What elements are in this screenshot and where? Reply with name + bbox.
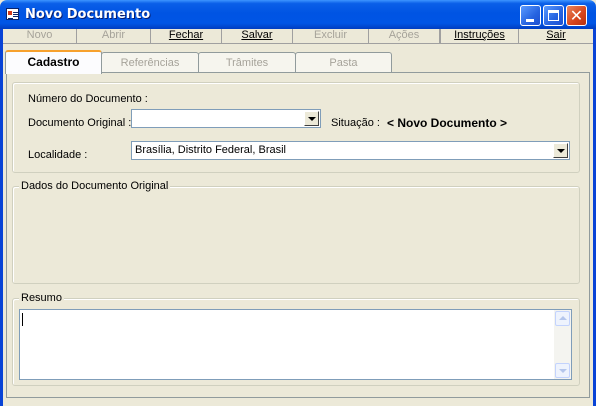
menu-fechar[interactable]: Fechar <box>151 29 222 43</box>
menu-salvar[interactable]: Salvar <box>222 29 293 43</box>
localidade-value: Brasília, Distrito Federal, Brasil <box>135 144 286 156</box>
situacao-label: Situação : <box>331 117 380 129</box>
dados-documento-original-group: Dados do Documento Original <box>12 180 580 284</box>
tab-pasta[interactable]: Pasta <box>295 52 392 73</box>
resumo-textarea[interactable] <box>19 309 572 380</box>
chevron-down-icon[interactable] <box>553 143 568 158</box>
situacao-value: < Novo Documento > <box>387 116 508 130</box>
scroll-down-icon[interactable] <box>555 363 570 378</box>
documento-original-label: Documento Original : <box>28 117 132 129</box>
menu-acoes[interactable]: Ações <box>369 29 440 43</box>
menu-sair[interactable]: Sair <box>519 29 593 43</box>
localidade-dropdown[interactable]: Brasília, Distrito Federal, Brasil <box>131 141 570 160</box>
menu-instrucoes-label: Instruções <box>454 29 505 41</box>
menu-abrir[interactable]: Abrir <box>77 29 151 43</box>
resumo-scrollbar[interactable] <box>554 310 571 379</box>
menu-abrir-label: Abrir <box>101 29 126 41</box>
menu-fechar-label: Fechar <box>168 29 204 41</box>
numero-documento-label: Número do Documento : <box>28 93 148 105</box>
documento-original-dropdown[interactable] <box>131 109 321 128</box>
tab-pasta-label: Pasta <box>329 57 358 69</box>
tab-cadastro-label: Cadastro <box>27 55 80 69</box>
window-title: Novo Documento <box>25 7 151 22</box>
tab-referencias-label: Referências <box>120 57 180 69</box>
tab-tramites[interactable]: Trâmites <box>198 52 296 73</box>
window-frame-left <box>0 29 3 406</box>
tab-cadastro[interactable]: Cadastro <box>5 50 102 74</box>
close-button[interactable]: ✕ <box>566 5 587 26</box>
minimize-button[interactable] <box>520 5 541 26</box>
dados-documento-original-label: Dados do Documento Original <box>19 180 171 192</box>
close-icon: ✕ <box>569 6 584 25</box>
menu-instrucoes[interactable]: Instruções <box>440 29 519 43</box>
tab-tramites-label: Trâmites <box>225 57 269 69</box>
menu-salvar-label: Salvar <box>241 29 273 41</box>
scroll-up-icon[interactable] <box>555 311 570 326</box>
menu-excluir[interactable]: Excluir <box>293 29 369 43</box>
app-icon[interactable] <box>6 8 19 20</box>
minimize-icon <box>526 19 534 22</box>
menu-novo-label: Novo <box>26 29 53 41</box>
menu-acoes-label: Ações <box>388 29 420 41</box>
maximize-icon <box>548 10 559 21</box>
menu-excluir-label: Excluir <box>313 29 347 41</box>
chevron-down-icon[interactable] <box>304 111 319 126</box>
menu-bar-divider <box>3 43 593 44</box>
title-bar[interactable]: Novo Documento ✕ <box>0 0 596 29</box>
tab-referencias[interactable]: Referências <box>101 52 199 73</box>
localidade-label: Localidade : <box>28 149 88 161</box>
menu-bar: Novo Abrir Fechar Salvar Excluir Ações I… <box>3 29 593 43</box>
maximize-button[interactable] <box>543 5 564 26</box>
menu-sair-label: Sair <box>546 29 566 41</box>
resumo-label: Resumo <box>19 292 64 304</box>
text-caret <box>22 313 23 326</box>
menu-novo[interactable]: Novo <box>3 29 77 43</box>
